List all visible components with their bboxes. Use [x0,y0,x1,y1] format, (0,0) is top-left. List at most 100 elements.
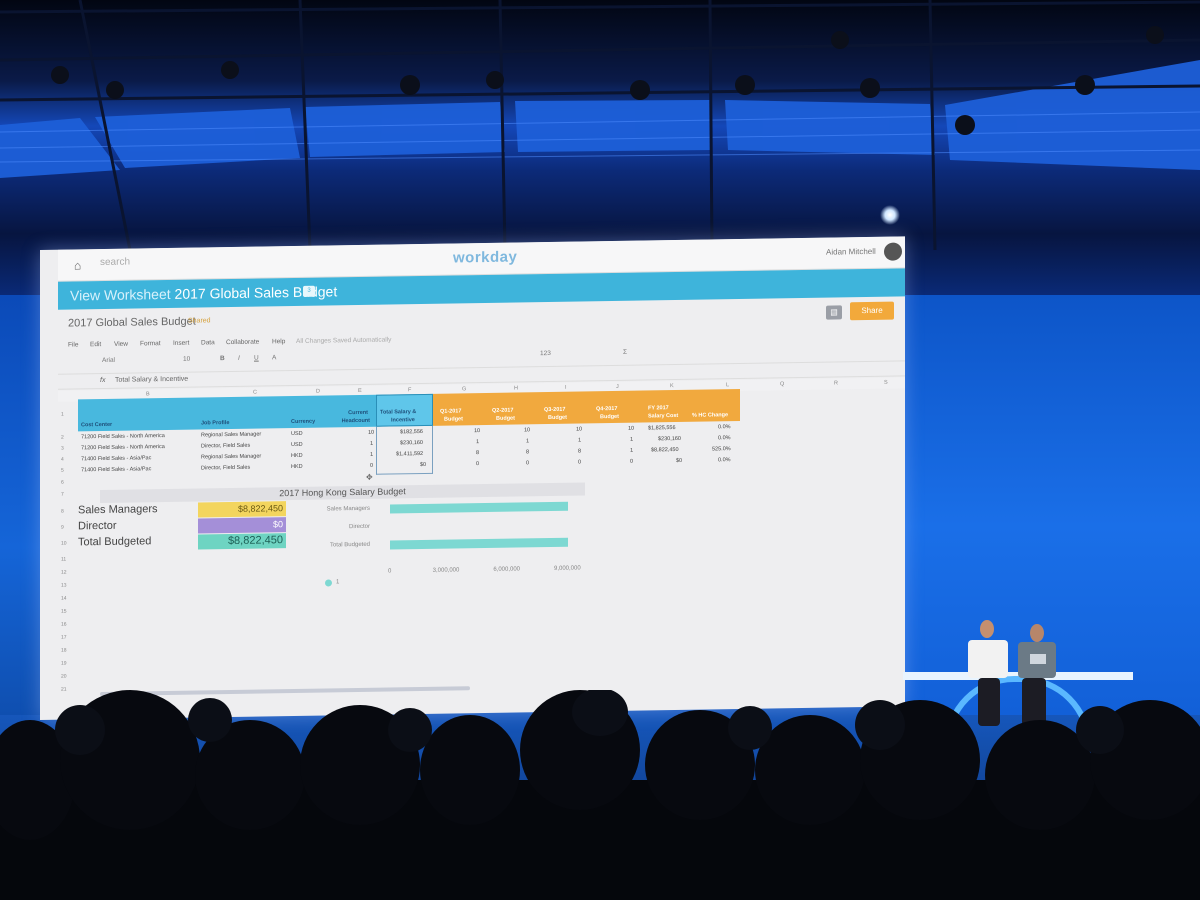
italic-button[interactable]: I [238,355,240,362]
row-header[interactable]: 8 [61,509,64,515]
menu-file[interactable]: File [68,341,78,348]
cell-fy[interactable]: $230,160 [658,436,681,442]
share-button[interactable]: Share [850,301,894,321]
row-header[interactable]: 20 [61,674,67,680]
column-header[interactable]: B [146,391,150,397]
column-header[interactable]: F [408,387,411,393]
cell-q4[interactable]: 1 [630,437,633,443]
header-fy[interactable]: FY 2017 [648,405,669,412]
row-header[interactable]: 17 [61,635,67,641]
cell-q3[interactable]: 1 [578,438,581,444]
row-header[interactable]: 4 [61,457,64,463]
row-header[interactable]: 2 [61,435,64,441]
cell-job-profile[interactable]: Regional Sales Manager [201,432,261,439]
comments-icon[interactable]: ▤ [826,305,842,320]
row-header[interactable]: 14 [61,596,67,602]
document-title[interactable]: 2017 Global Sales Budget [68,316,196,330]
cell-q2[interactable]: 10 [524,427,530,433]
row-header[interactable]: 12 [61,570,67,576]
row-header[interactable]: 13 [61,583,67,589]
director-value[interactable]: $0 [198,517,286,534]
cell-currency[interactable]: HKD [291,453,303,459]
home-icon[interactable]: ⌂ [74,258,81,272]
column-header[interactable]: H [514,385,518,391]
font-size-select[interactable]: 10 [183,356,190,363]
cell-q1[interactable]: 0 [476,461,479,467]
cell-headcount[interactable]: 1 [370,452,373,458]
cell-q1[interactable]: 8 [476,450,479,456]
related-actions-badge[interactable]: 3 [303,285,315,297]
cell-hc-change[interactable]: 0.0% [718,424,731,430]
row-header[interactable]: 16 [61,622,67,628]
cell-fy[interactable]: $1,825,556 [648,425,676,431]
cell-q3[interactable]: 0 [578,460,581,466]
header-fy-salary-cost[interactable]: Salary Cost [648,413,678,420]
menu-view[interactable]: View [114,341,128,348]
cell-q4[interactable]: 10 [628,426,634,432]
header-currency[interactable]: Currency [291,419,315,426]
sales-managers-value[interactable]: $8,822,450 [198,501,286,518]
row-header[interactable]: 7 [61,492,64,498]
header-hc-change[interactable]: % HC Change [692,412,728,420]
cell-cost-center[interactable]: 71200 Field Sales - North America [81,433,165,440]
user-name[interactable]: Aidan Mitchell [826,247,876,257]
menu-data[interactable]: Data [201,339,215,346]
header-q1-budget[interactable]: Budget [444,416,463,423]
header-q1[interactable]: Q1-2017 [440,408,461,415]
header-q2[interactable]: Q2-2017 [492,408,513,415]
cell-currency[interactable]: HKD [291,464,303,470]
chart-bar[interactable] [390,537,569,550]
cell-q2[interactable]: 1 [526,438,529,444]
row-header[interactable]: 15 [61,609,67,615]
menu-collaborate[interactable]: Collaborate [226,339,259,347]
chart-bar[interactable] [390,501,569,514]
total-budgeted-value[interactable]: $8,822,450 [198,533,286,550]
header-q2-budget[interactable]: Budget [496,416,515,423]
font-select[interactable]: Arial [102,357,115,364]
cell-q4[interactable]: 1 [630,448,633,454]
cell-hc-change[interactable]: 525.0% [712,446,731,452]
header-q3-budget[interactable]: Budget [548,415,567,422]
header-q3[interactable]: Q3-2017 [544,407,565,414]
cell-fy[interactable]: $0 [676,458,682,464]
cell-job-profile[interactable]: Regional Sales Manager [201,454,261,461]
row-header[interactable]: 5 [61,468,64,474]
cell-fy[interactable]: $8,822,450 [651,447,679,453]
header-current[interactable]: Current [348,410,368,417]
header-cost-center[interactable]: Cost Center [81,422,112,429]
column-header[interactable]: I [565,385,567,391]
header-q4-budget[interactable]: Budget [600,414,619,421]
menu-help[interactable]: Help [272,338,285,345]
director-label[interactable]: Director [78,520,117,533]
column-header[interactable]: J [616,384,619,390]
header-job-profile[interactable]: Job Profile [201,420,229,427]
column-header[interactable]: S [884,380,888,386]
row-header[interactable]: 19 [61,661,67,667]
formula-input[interactable]: Total Salary & Incentive [115,376,188,384]
cell-job-profile[interactable]: Director, Field Sales [201,465,250,472]
cell-cost-center[interactable]: 71400 Field Sales - Asia/Pac [81,455,151,462]
cell-q3[interactable]: 8 [578,449,581,455]
cell-q1[interactable]: 1 [476,439,479,445]
cell-cost-center[interactable]: 71400 Field Sales - Asia/Pac [81,466,151,473]
total-budgeted-label[interactable]: Total Budgeted [78,535,151,548]
row-header[interactable]: 9 [61,525,64,531]
sales-managers-label[interactable]: Sales Managers [78,503,158,516]
cell-headcount[interactable]: 0 [370,463,373,469]
cell-q4[interactable]: 0 [630,459,633,465]
cell-q2[interactable]: 0 [526,460,529,466]
header-q4[interactable]: Q4-2017 [596,406,617,413]
header-incentive[interactable]: Incentive [391,417,415,424]
menu-format[interactable]: Format [140,340,161,347]
header-total-salary[interactable]: Total Salary & [380,409,416,417]
cell-cost-center[interactable]: 71200 Field Sales - North America [81,444,165,451]
header-headcount[interactable]: Headcount [342,418,370,425]
column-header[interactable]: Q [780,381,784,387]
row-header[interactable]: 1 [61,412,64,418]
cell-hc-change[interactable]: 0.0% [718,457,731,463]
column-header[interactable]: L [726,382,729,388]
cell-headcount[interactable]: 1 [370,441,373,447]
cell-hc-change[interactable]: 0.0% [718,435,731,441]
avatar[interactable] [884,242,902,261]
menu-insert[interactable]: Insert [173,340,189,347]
